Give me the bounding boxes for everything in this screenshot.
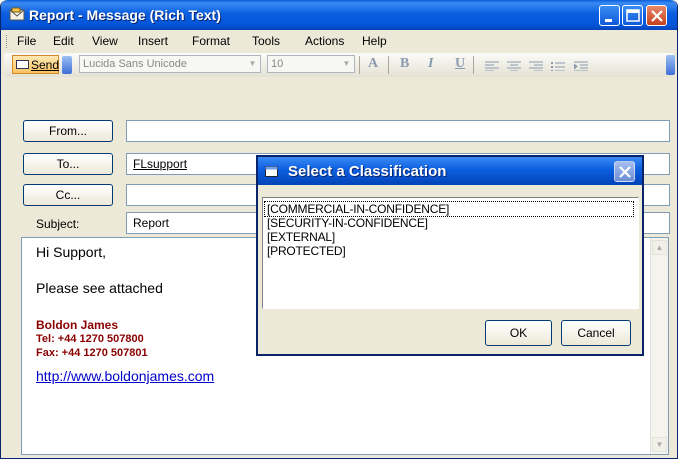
subject-label: Subject: [36, 217, 80, 231]
menu-help[interactable]: Help [362, 34, 387, 48]
send-button[interactable]: Send [12, 55, 59, 74]
font-name-value: Lucida Sans Unicode [83, 58, 187, 70]
toolbar-separator [388, 56, 389, 74]
formatting-toolbar: Send Lucida Sans Unicode ▼ 10 ▼ A B I U [4, 53, 675, 77]
title-bar[interactable]: Report - Message (Rich Text) [1, 0, 677, 30]
classification-dialog: Select a Classification [COMMERCIAL-IN-C… [256, 155, 644, 356]
align-left-icon[interactable] [485, 60, 499, 72]
window-title: Report - Message (Rich Text) [29, 7, 221, 23]
font-size-combo[interactable]: 10 ▼ [267, 55, 355, 73]
underline-button[interactable]: U [455, 56, 465, 72]
to-recipient[interactable]: FLsupport [133, 157, 187, 171]
from-button[interactable]: From... [23, 120, 113, 142]
menu-tools[interactable]: Tools [252, 34, 280, 48]
font-name-combo[interactable]: Lucida Sans Unicode ▼ [79, 55, 261, 73]
menu-edit[interactable]: Edit [53, 34, 74, 48]
list-item[interactable]: [EXTERNAL] [265, 230, 337, 244]
cc-button[interactable]: Cc... [23, 184, 113, 206]
menu-view[interactable]: View [92, 34, 118, 48]
font-color-button[interactable]: A [368, 56, 378, 72]
dialog-app-icon [265, 166, 278, 177]
menubar-grip[interactable] [6, 35, 10, 48]
chevron-down-icon: ▼ [342, 59, 351, 68]
signature-name: Boldon James [36, 318, 119, 332]
message-icon [9, 7, 25, 21]
menu-format[interactable]: Format [192, 34, 230, 48]
dialog-close-button[interactable] [614, 161, 635, 182]
close-button[interactable] [646, 5, 667, 26]
menu-insert[interactable]: Insert [138, 34, 168, 48]
bold-button[interactable]: B [400, 56, 409, 72]
align-right-icon[interactable] [529, 60, 543, 72]
font-size-value: 10 [271, 58, 284, 70]
vertical-scrollbar[interactable]: ▲ ▼ [650, 238, 668, 454]
toolbar-options-arrow[interactable] [62, 56, 72, 74]
signature-tel: Tel: +44 1270 507800 [36, 333, 144, 345]
toolbar-separator [473, 56, 474, 74]
minimize-button[interactable] [599, 5, 620, 26]
menu-actions[interactable]: Actions [305, 34, 344, 48]
send-label: Send [31, 58, 60, 72]
body-line: Please see attached [36, 280, 163, 296]
indent-icon[interactable] [573, 60, 588, 72]
signature-fax: Fax: +44 1270 507801 [36, 347, 148, 359]
list-item[interactable]: [PROTECTED] [265, 244, 347, 258]
list-item[interactable]: [COMMERCIAL-IN-CONFIDENCE] [264, 201, 634, 217]
from-field[interactable] [126, 120, 670, 142]
cancel-button[interactable]: Cancel [561, 320, 631, 346]
toolbar-overflow-chevron[interactable] [666, 55, 675, 75]
align-center-icon[interactable] [507, 60, 521, 72]
to-button[interactable]: To... [23, 153, 113, 175]
dialog-title: Select a Classification [288, 163, 447, 180]
italic-button[interactable]: I [428, 56, 433, 72]
bullets-icon[interactable] [551, 60, 565, 72]
scroll-down-icon[interactable]: ▼ [652, 437, 667, 452]
message-window: Report - Message (Rich Text) File Edit V… [0, 0, 678, 459]
toolbar-separator [359, 56, 360, 74]
body-greeting: Hi Support, [36, 244, 107, 260]
envelope-icon [16, 60, 29, 69]
menu-bar: File Edit View Insert Format Tools Actio… [1, 31, 677, 52]
menu-file[interactable]: File [17, 34, 36, 48]
ok-button[interactable]: OK [485, 320, 552, 346]
classification-list[interactable]: [COMMERCIAL-IN-CONFIDENCE] [SECURITY-IN-… [262, 197, 639, 309]
dialog-title-bar[interactable]: Select a Classification [258, 157, 642, 185]
chevron-down-icon: ▼ [248, 59, 257, 68]
list-item[interactable]: [SECURITY-IN-CONFIDENCE] [265, 216, 430, 230]
maximize-button[interactable] [622, 5, 643, 26]
website-link[interactable]: http://www.boldonjames.com [36, 368, 214, 384]
scroll-up-icon[interactable]: ▲ [652, 240, 667, 255]
